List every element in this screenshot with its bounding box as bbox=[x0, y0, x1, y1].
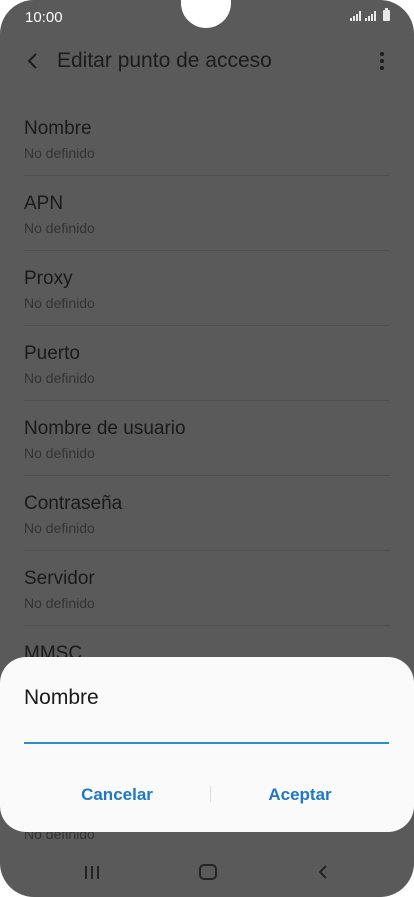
field-value: No definido bbox=[24, 295, 95, 311]
navigation-bar bbox=[0, 848, 414, 897]
back-button[interactable] bbox=[18, 46, 48, 76]
battery-icon bbox=[383, 8, 390, 21]
field-nombre[interactable]: Nombre No definido bbox=[0, 101, 414, 176]
cancel-button[interactable]: Cancelar bbox=[27, 777, 207, 813]
field-contrasena[interactable]: Contraseña No definido bbox=[0, 476, 414, 551]
dialog-actions: Cancelar Aceptar bbox=[0, 777, 414, 813]
status-time: 10:00 bbox=[25, 9, 63, 26]
back-arrow-icon bbox=[27, 53, 37, 69]
phone-screen: 10:00 Editar punto de acceso Nombre No d… bbox=[0, 0, 414, 897]
field-label: Nombre de usuario bbox=[24, 418, 186, 439]
field-value: No definido bbox=[24, 445, 95, 461]
signal-icon bbox=[350, 11, 361, 21]
status-icons bbox=[350, 8, 390, 21]
page-title: Editar punto de acceso bbox=[57, 49, 272, 72]
app-bar: Editar punto de acceso bbox=[0, 34, 414, 90]
field-label: Nombre bbox=[24, 118, 92, 139]
home-button[interactable] bbox=[188, 858, 228, 886]
field-nombre-de-usuario[interactable]: Nombre de usuario No definido bbox=[0, 401, 414, 476]
field-label: Proxy bbox=[24, 268, 73, 289]
field-servidor[interactable]: Servidor No definido bbox=[0, 551, 414, 626]
more-options-button[interactable] bbox=[372, 48, 392, 74]
field-proxy[interactable]: Proxy No definido bbox=[0, 251, 414, 326]
home-icon bbox=[199, 864, 217, 880]
field-value: No definido bbox=[24, 370, 95, 386]
accept-button[interactable]: Aceptar bbox=[210, 777, 390, 813]
back-icon bbox=[318, 865, 327, 879]
field-value: No definido bbox=[24, 520, 95, 536]
dialog-title: Nombre bbox=[24, 686, 99, 709]
field-label: Puerto bbox=[24, 343, 80, 364]
field-label: Servidor bbox=[24, 568, 95, 589]
recent-apps-icon bbox=[85, 865, 99, 879]
status-bar: 10:00 bbox=[0, 0, 414, 34]
field-label: Contraseña bbox=[24, 493, 123, 514]
camera-notch bbox=[181, 0, 231, 28]
field-value: No definido bbox=[24, 220, 95, 236]
recent-apps-button[interactable] bbox=[72, 858, 112, 886]
more-vert-icon bbox=[380, 52, 384, 56]
field-value: No definido bbox=[24, 595, 95, 611]
name-input[interactable] bbox=[24, 712, 389, 744]
field-value: No definido bbox=[24, 145, 95, 161]
field-label: APN bbox=[24, 193, 64, 214]
nav-back-button[interactable] bbox=[303, 858, 343, 886]
signal-icon bbox=[365, 11, 376, 21]
field-apn[interactable]: APN No definido bbox=[0, 176, 414, 251]
field-puerto[interactable]: Puerto No definido bbox=[0, 326, 414, 401]
